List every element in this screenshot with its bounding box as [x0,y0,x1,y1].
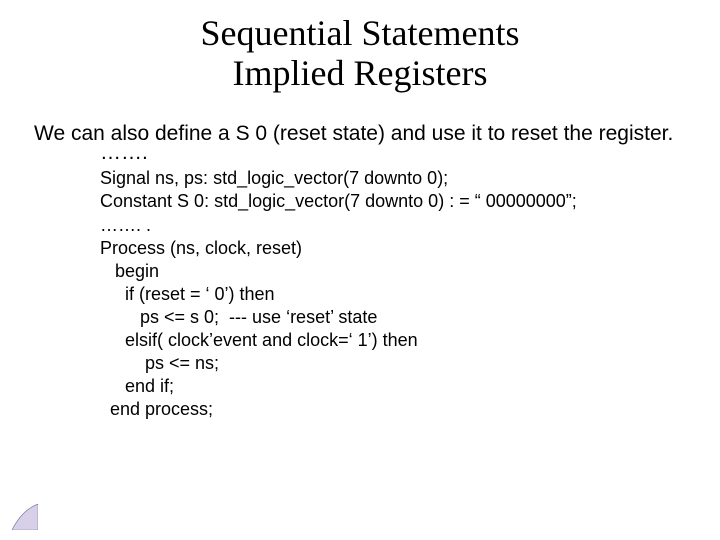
code-line: begin [100,261,159,281]
code-line: elsif( clock’event and clock=‘ 1’) then [100,330,418,350]
code-line: ps <= s 0; --- use ‘reset’ state [100,307,377,327]
title-line-2: Implied Registers [233,53,488,93]
slide-title: Sequential Statements Implied Registers [0,0,720,93]
slide: Sequential Statements Implied Registers … [0,0,720,540]
code-line: Signal ns, ps: std_logic_vector(7 downto… [100,168,448,188]
code-block: Signal ns, ps: std_logic_vector(7 downto… [0,165,720,420]
intro-text: We can also define a S 0 (reset state) a… [0,93,720,147]
code-line: Process (ns, clock, reset) [100,238,302,258]
page-curl-icon [12,504,38,530]
code-line: Constant S 0: std_logic_vector(7 downto … [100,191,577,211]
code-line: if (reset = ‘ 0’) then [100,284,275,304]
code-line: end if; [100,376,174,396]
code-line: ps <= ns; [100,353,219,373]
code-line: ……. . [100,215,151,235]
code-line: end process; [100,399,213,419]
title-line-1: Sequential Statements [201,13,520,53]
